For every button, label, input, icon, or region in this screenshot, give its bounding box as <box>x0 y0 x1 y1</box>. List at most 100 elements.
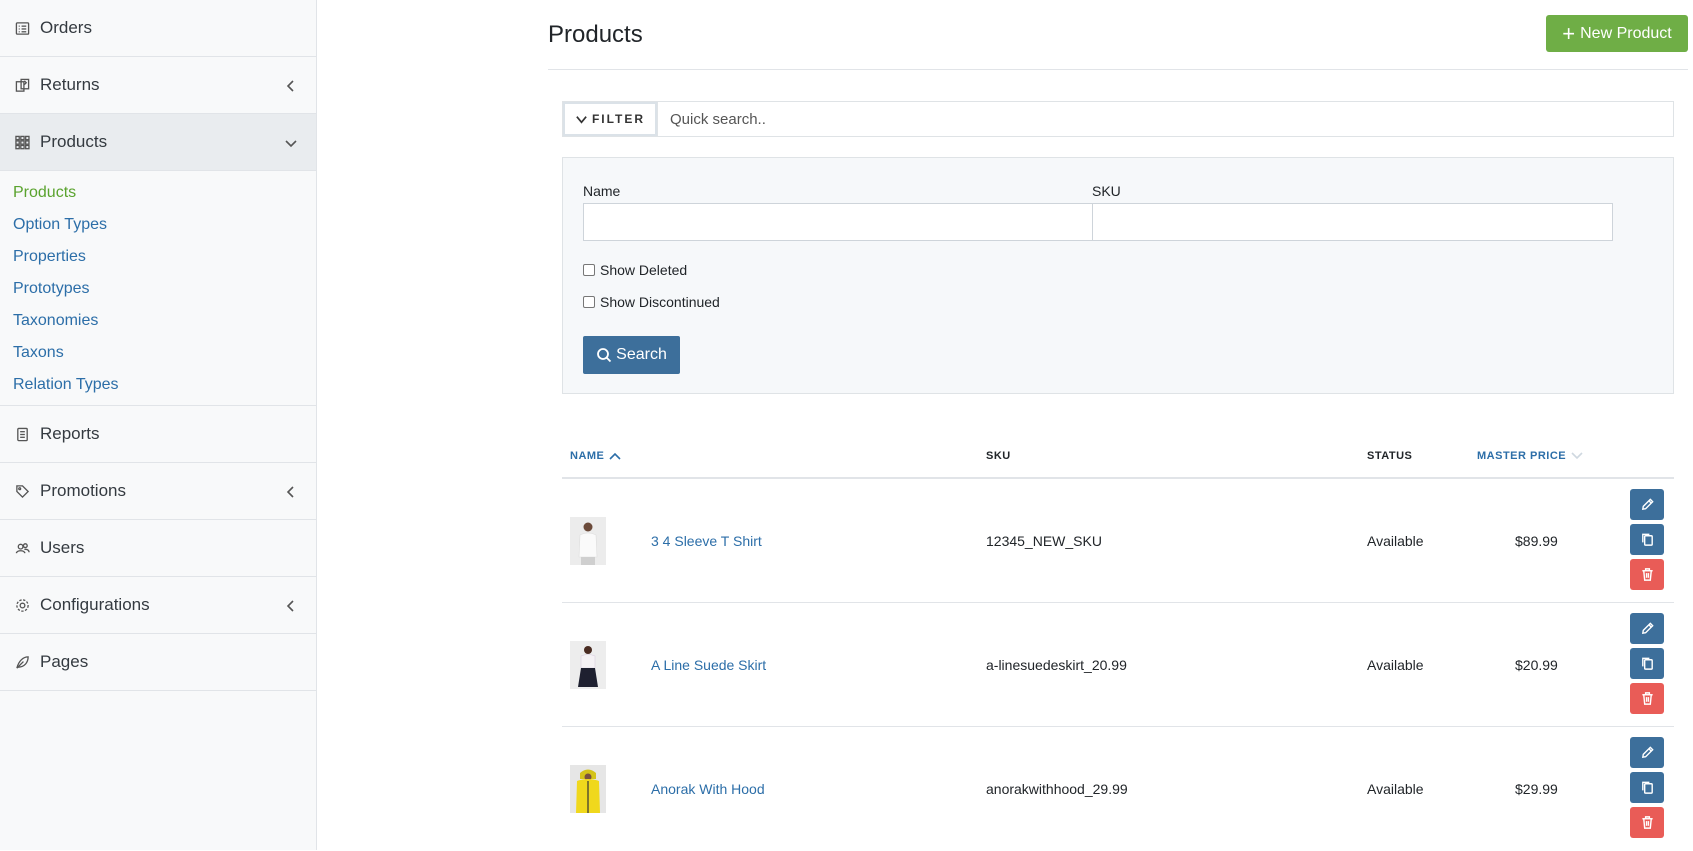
sidebar-item-configurations[interactable]: Configurations <box>0 577 316 634</box>
sidebar-item-label: Returns <box>40 75 100 94</box>
sku-field[interactable] <box>1092 203 1613 241</box>
edit-button[interactable] <box>1630 613 1664 644</box>
orders-icon <box>14 20 30 36</box>
trash-icon <box>1641 816 1653 829</box>
search-button-label: Search <box>616 346 667 363</box>
copy-icon <box>1641 781 1653 794</box>
table-row: Anorak With Hood anorakwithhood_29.99 Av… <box>562 727 1674 851</box>
product-name-link[interactable]: Anorak With Hood <box>651 781 765 797</box>
sidebar-item-label: Reports <box>40 424 100 443</box>
edit-button[interactable] <box>1630 737 1664 768</box>
column-header-sku: SKU <box>986 450 1011 462</box>
trash-icon <box>1641 568 1653 581</box>
column-header-status: STATUS <box>1367 450 1413 462</box>
product-thumbnail <box>570 517 606 565</box>
submenu-item-taxons[interactable]: Taxons <box>0 337 316 369</box>
sidebar-item-products[interactable]: Products <box>0 114 316 171</box>
name-field[interactable] <box>583 203 1104 241</box>
clone-button[interactable] <box>1630 772 1664 803</box>
pencil-icon <box>1641 498 1654 511</box>
product-thumbnail <box>570 765 606 813</box>
sidebar-item-label: Products <box>40 132 108 151</box>
search-button[interactable]: Search <box>583 336 680 374</box>
sidebar-item-users[interactable]: Users <box>0 520 316 577</box>
submenu-item-properties[interactable]: Properties <box>0 241 316 273</box>
delete-button[interactable] <box>1630 807 1664 838</box>
products-icon <box>14 134 30 150</box>
product-name-link[interactable]: A Line Suede Skirt <box>651 657 766 673</box>
show-discontinued-label: Show Discontinued <box>600 294 720 310</box>
sidebar-item-label: Pages <box>40 652 89 671</box>
column-header-name-label: NAME <box>570 450 605 462</box>
page-title: Products <box>548 21 643 48</box>
quick-search-input[interactable] <box>658 102 1673 136</box>
sidebar-item-promotions[interactable]: Promotions <box>0 463 316 520</box>
submenu-item-products[interactable]: Products <box>0 177 316 209</box>
submenu-item-option-types[interactable]: Option Types <box>0 209 316 241</box>
clone-button[interactable] <box>1630 524 1664 555</box>
show-deleted-label: Show Deleted <box>600 262 688 278</box>
submenu-item-prototypes[interactable]: Prototypes <box>0 273 316 305</box>
sort-ascending-icon <box>609 452 621 460</box>
show-deleted-checkbox[interactable] <box>583 264 595 276</box>
table-row: A Line Suede Skirt a-linesuedeskirt_20.9… <box>562 603 1674 727</box>
delete-button[interactable] <box>1630 683 1664 714</box>
name-field-label: Name <box>583 183 621 199</box>
column-header-master-price[interactable]: MASTER PRICE <box>1477 450 1584 462</box>
product-status: Available <box>1367 781 1424 797</box>
submenu-item-taxonomies[interactable]: Taxonomies <box>0 305 316 337</box>
delete-button[interactable] <box>1630 559 1664 590</box>
page-header: Products + New Product <box>548 0 1688 70</box>
chevron-left-icon <box>284 484 298 498</box>
sidebar-item-label: Users <box>40 538 85 557</box>
table-header: NAME SKU STATUS MASTER PRICE <box>562 436 1674 479</box>
column-header-name[interactable]: NAME <box>570 450 622 462</box>
products-submenu: Products Option Types Properties Prototy… <box>0 171 316 406</box>
chevron-down-icon <box>576 115 587 124</box>
sidebar-item-reports[interactable]: Reports <box>0 406 316 463</box>
filter-toggle-button[interactable]: FILTER <box>563 102 658 136</box>
configurations-icon <box>14 597 30 613</box>
promotions-icon <box>14 483 30 499</box>
product-name-link[interactable]: 3 4 Sleeve T Shirt <box>651 533 762 549</box>
sidebar-item-orders[interactable]: Orders <box>0 0 316 57</box>
clone-button[interactable] <box>1630 648 1664 679</box>
column-header-price-label: MASTER PRICE <box>1477 450 1567 462</box>
chevron-left-icon <box>284 598 298 612</box>
pencil-icon <box>1641 622 1654 635</box>
plus-icon: + <box>1562 20 1576 46</box>
product-thumbnail <box>570 641 606 689</box>
sort-descending-icon <box>1571 452 1583 460</box>
sidebar-item-pages[interactable]: Pages <box>0 634 316 691</box>
product-price: $29.99 <box>1515 781 1558 797</box>
products-table: NAME SKU STATUS MASTER PRICE 3 4 Sleeve … <box>562 436 1674 851</box>
edit-button[interactable] <box>1630 489 1664 520</box>
chevron-left-icon <box>284 78 298 92</box>
pencil-icon <box>1641 746 1654 759</box>
returns-icon <box>14 77 30 93</box>
product-status: Available <box>1367 533 1424 549</box>
sidebar-item-label: Orders <box>40 18 92 37</box>
sidebar-item-label: Promotions <box>40 481 126 500</box>
filter-toggle-label: FILTER <box>591 112 646 126</box>
product-sku: 12345_NEW_SKU <box>986 533 1102 549</box>
show-discontinued-row: Show Discontinued <box>583 294 720 310</box>
sidebar-item-returns[interactable]: Returns <box>0 57 316 114</box>
table-row: 3 4 Sleeve T Shirt 12345_NEW_SKU Availab… <box>562 479 1674 603</box>
chevron-down-icon <box>284 135 298 149</box>
show-discontinued-checkbox[interactable] <box>583 296 595 308</box>
filter-panel: Name SKU Show Deleted Show Discontinued … <box>562 157 1674 394</box>
trash-icon <box>1641 692 1653 705</box>
sidebar-item-label: Configurations <box>40 595 150 614</box>
copy-icon <box>1641 533 1653 546</box>
product-status: Available <box>1367 657 1424 673</box>
new-product-button[interactable]: + New Product <box>1546 15 1688 52</box>
submenu-item-relation-types[interactable]: Relation Types <box>0 369 316 401</box>
reports-icon <box>14 426 30 442</box>
filter-bar: FILTER <box>562 101 1674 137</box>
copy-icon <box>1641 657 1653 670</box>
product-price: $20.99 <box>1515 657 1558 673</box>
search-icon <box>597 348 612 363</box>
sidebar: Orders Returns Products Products Option … <box>0 0 317 850</box>
show-deleted-row: Show Deleted <box>583 262 687 278</box>
